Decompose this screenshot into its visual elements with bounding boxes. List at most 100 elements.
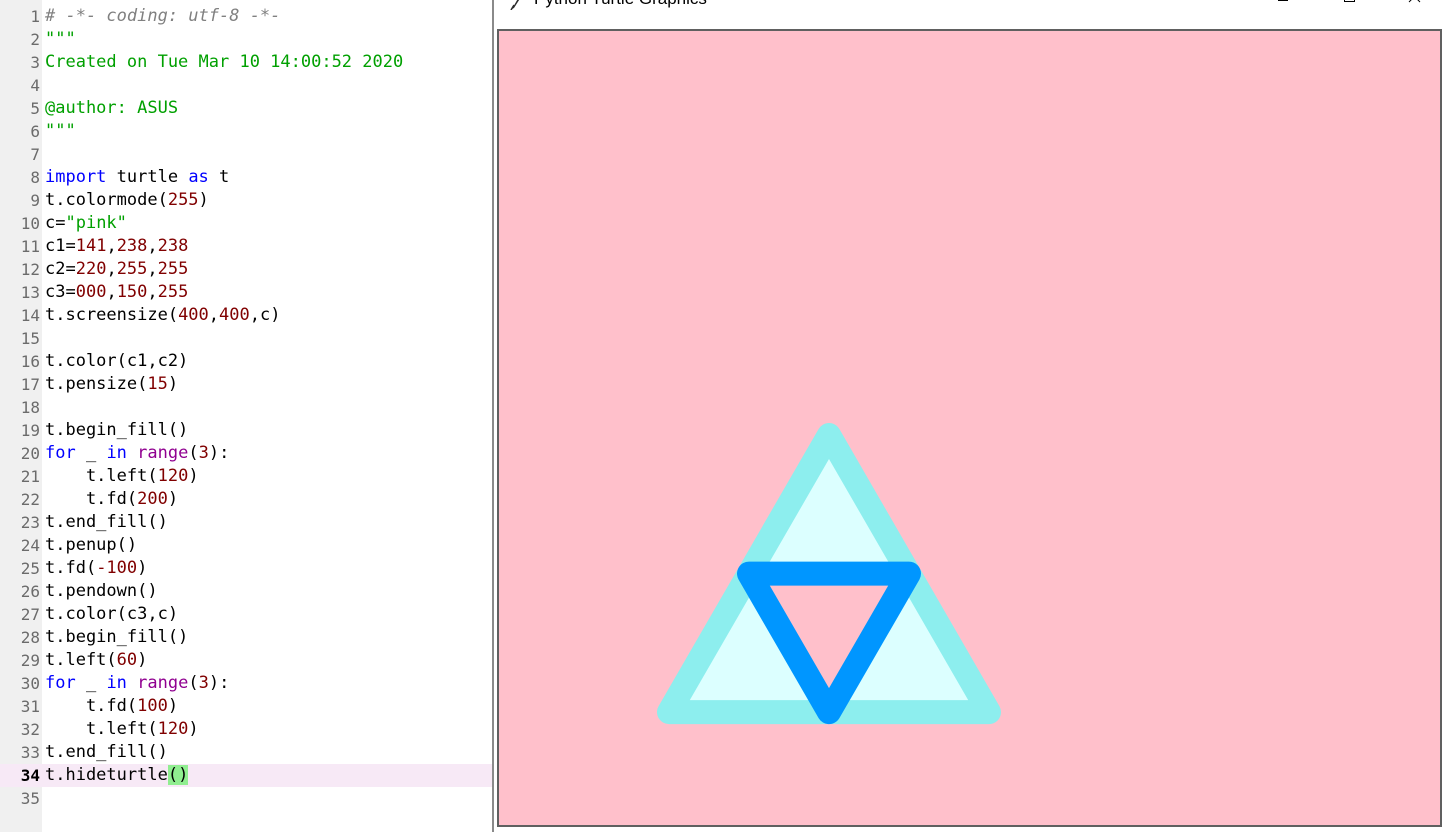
- line-number: 15: [20, 329, 40, 348]
- code-text[interactable]: t.left(60): [45, 649, 147, 672]
- code-text[interactable]: t.screensize(400,400,c): [45, 304, 280, 327]
- code-text[interactable]: t.pensize(15): [45, 373, 178, 396]
- line-number: 16: [20, 352, 40, 371]
- code-line[interactable]: 6 """: [0, 120, 492, 143]
- code-text[interactable]: # -*- coding: utf-8 -*-: [45, 5, 280, 28]
- code-line[interactable]: 12 c2=220,255,255: [0, 258, 492, 281]
- code-line[interactable]: 31 t.fd(100): [0, 695, 492, 718]
- code-line[interactable]: 8 import turtle as t: [0, 166, 492, 189]
- code-token: @author: ASUS: [45, 98, 179, 118]
- close-button[interactable]: [1392, 0, 1438, 14]
- code-text[interactable]: t.left(120): [45, 718, 199, 741]
- code-token: 60: [116, 650, 138, 670]
- line-number: 13: [20, 283, 40, 302]
- code-token: ): [198, 190, 209, 210]
- code-text[interactable]: t.end_fill(): [45, 741, 168, 764]
- turtle-canvas-frame: [497, 29, 1442, 827]
- code-token: 400: [219, 305, 250, 325]
- code-line[interactable]: 35: [0, 787, 492, 810]
- line-number: 6: [30, 122, 40, 141]
- code-line[interactable]: 23 t.end_fill(): [0, 511, 492, 534]
- code-line[interactable]: 21 t.left(120): [0, 465, 492, 488]
- code-line[interactable]: 4: [0, 74, 492, 97]
- code-text[interactable]: t.color(c3,c): [45, 603, 178, 626]
- code-text[interactable]: t.hideturtle(): [45, 764, 189, 787]
- code-line[interactable]: 11 c1=141,238,238: [0, 235, 492, 258]
- code-line[interactable]: 24 t.penup(): [0, 534, 492, 557]
- code-line[interactable]: 30 for _ in range(3):: [0, 672, 492, 695]
- code-text[interactable]: t.pendown(): [45, 580, 158, 603]
- code-text[interactable]: t.fd(100): [45, 695, 178, 718]
- code-text[interactable]: t.colormode(255): [45, 189, 209, 212]
- code-line[interactable]: 33 t.end_fill(): [0, 741, 492, 764]
- code-text[interactable]: Created on Tue Mar 10 14:00:52 2020: [45, 51, 403, 74]
- code-token: in: [106, 673, 127, 693]
- code-text[interactable]: t.begin_fill(): [45, 419, 188, 442]
- code-line[interactable]: 13 c3=000,150,255: [0, 281, 492, 304]
- code-text[interactable]: """: [45, 120, 76, 143]
- code-text[interactable]: t.fd(-100): [45, 557, 147, 580]
- code-line[interactable]: 5 @author: ASUS: [0, 97, 492, 120]
- code-token: ): [188, 719, 199, 739]
- code-token: t.left(: [45, 719, 158, 739]
- code-token: c=: [45, 213, 66, 233]
- code-line[interactable]: 2 """: [0, 28, 492, 51]
- code-line[interactable]: 18: [0, 396, 492, 419]
- code-line[interactable]: 26 t.pendown(): [0, 580, 492, 603]
- code-text[interactable]: t.fd(200): [45, 488, 178, 511]
- code-line[interactable]: 28 t.begin_fill(): [0, 626, 492, 649]
- line-number: 5: [30, 99, 40, 118]
- code-line[interactable]: 22 t.fd(200): [0, 488, 492, 511]
- line-number: 28: [20, 628, 40, 647]
- code-line[interactable]: 27 t.color(c3,c): [0, 603, 492, 626]
- code-text[interactable]: t.left(120): [45, 465, 199, 488]
- code-line[interactable]: 7: [0, 143, 492, 166]
- code-text[interactable]: for _ in range(3):: [45, 672, 229, 695]
- code-token: for: [45, 673, 76, 693]
- code-text[interactable]: c="pink": [45, 212, 127, 235]
- code-text[interactable]: c3=000,150,255: [45, 281, 188, 304]
- code-token: c2=: [45, 259, 76, 279]
- code-text[interactable]: t.color(c1,c2): [45, 350, 188, 373]
- code-text[interactable]: c1=141,238,238: [45, 235, 188, 258]
- line-number: 17: [20, 375, 40, 394]
- code-line[interactable]: 29 t.left(60): [0, 649, 492, 672]
- code-line[interactable]: 1 # -*- coding: utf-8 -*-: [0, 5, 492, 28]
- code-line[interactable]: 3 Created on Tue Mar 10 14:00:52 2020: [0, 51, 492, 74]
- code-token: ):: [208, 673, 230, 693]
- code-line[interactable]: 20 for _ in range(3):: [0, 442, 492, 465]
- code-token: t: [208, 167, 230, 187]
- minimize-button[interactable]: [1260, 0, 1306, 14]
- code-token: t.screensize(: [45, 305, 179, 325]
- code-token: t.left(: [45, 650, 117, 670]
- code-line[interactable]: 17 t.pensize(15): [0, 373, 492, 396]
- code-line[interactable]: 32 t.left(120): [0, 718, 492, 741]
- code-line[interactable]: 14 t.screensize(400,400,c): [0, 304, 492, 327]
- code-text[interactable]: t.begin_fill(): [45, 626, 188, 649]
- code-line[interactable]: 34 t.hideturtle(): [0, 764, 492, 787]
- line-number: 21: [20, 467, 40, 486]
- code-text[interactable]: c2=220,255,255: [45, 258, 188, 281]
- code-editor[interactable]: 1 # -*- coding: utf-8 -*- 2 """ 3 Created on …: [0, 0, 492, 832]
- code-token: 3: [198, 443, 209, 463]
- line-number: 3: [30, 53, 40, 72]
- code-line[interactable]: 10 c="pink": [0, 212, 492, 235]
- code-token: (): [167, 765, 189, 785]
- code-line[interactable]: 19 t.begin_fill(): [0, 419, 492, 442]
- code-text[interactable]: import turtle as t: [45, 166, 229, 189]
- code-lines[interactable]: 1 # -*- coding: utf-8 -*- 2 """ 3 Created on …: [0, 5, 492, 810]
- code-text[interactable]: t.penup(): [45, 534, 137, 557]
- line-number: 10: [20, 214, 40, 233]
- code-text[interactable]: for _ in range(3):: [45, 442, 229, 465]
- code-text[interactable]: @author: ASUS: [45, 97, 178, 120]
- code-token: _: [75, 673, 107, 693]
- window-titlebar[interactable]: Python Turtle Graphics: [494, 0, 1452, 24]
- maximize-button[interactable]: [1326, 0, 1372, 14]
- code-line[interactable]: 16 t.color(c1,c2): [0, 350, 492, 373]
- code-text[interactable]: t.end_fill(): [45, 511, 168, 534]
- code-token: 238: [157, 236, 189, 256]
- code-text[interactable]: """: [45, 28, 76, 51]
- code-line[interactable]: 25 t.fd(-100): [0, 557, 492, 580]
- code-line[interactable]: 9 t.colormode(255): [0, 189, 492, 212]
- code-line[interactable]: 15: [0, 327, 492, 350]
